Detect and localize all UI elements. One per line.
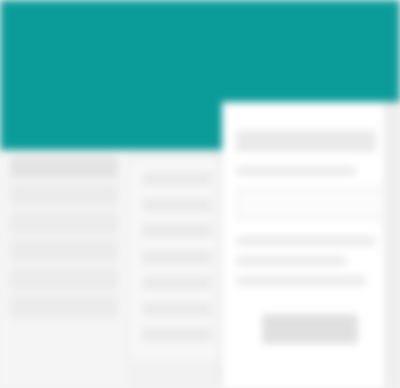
sidebar bbox=[0, 150, 128, 388]
list-panel bbox=[132, 160, 222, 360]
sidebar-item[interactable] bbox=[10, 296, 118, 318]
sidebar-item[interactable] bbox=[10, 156, 118, 178]
dialog-title bbox=[236, 130, 376, 152]
list-item[interactable] bbox=[142, 276, 212, 290]
list-item[interactable] bbox=[142, 172, 212, 186]
list-item[interactable] bbox=[142, 198, 212, 212]
list-item[interactable] bbox=[142, 224, 212, 238]
list-item[interactable] bbox=[142, 328, 212, 342]
dialog-action-button[interactable] bbox=[262, 314, 358, 344]
dialog-panel bbox=[222, 102, 400, 388]
list-item[interactable] bbox=[142, 250, 212, 264]
sidebar-item[interactable] bbox=[10, 240, 118, 262]
scrollbar[interactable] bbox=[384, 102, 400, 388]
dialog-input-field[interactable] bbox=[236, 188, 388, 220]
sidebar-item[interactable] bbox=[10, 184, 118, 206]
dialog-text-line bbox=[236, 256, 346, 266]
sidebar-item[interactable] bbox=[10, 212, 118, 234]
sidebar-item[interactable] bbox=[10, 268, 118, 290]
list-item[interactable] bbox=[142, 302, 212, 316]
app-window bbox=[0, 0, 400, 388]
dialog-text-line bbox=[236, 166, 356, 176]
dialog-text-line bbox=[236, 236, 376, 246]
dialog-text-line bbox=[236, 276, 366, 286]
